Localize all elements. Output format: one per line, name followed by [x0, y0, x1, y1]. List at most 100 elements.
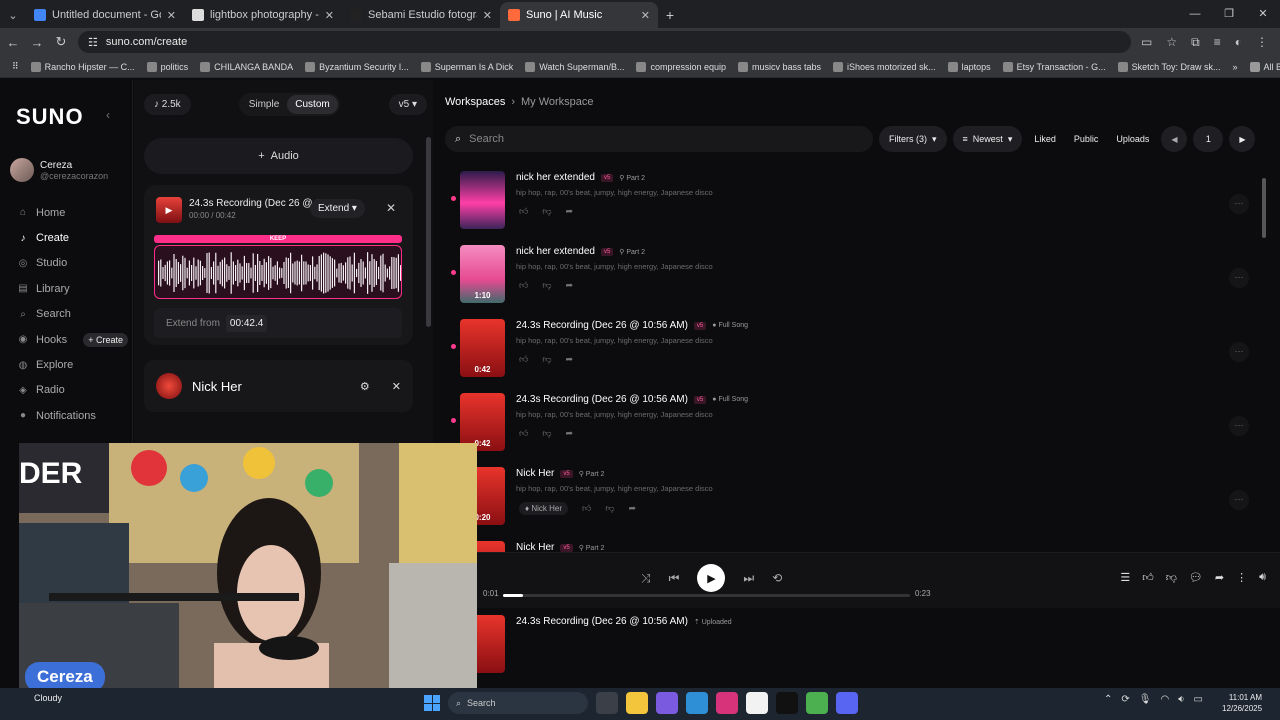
- close-icon[interactable]: ✕: [392, 380, 401, 393]
- next-icon[interactable]: ⏭: [743, 571, 754, 586]
- suno-logo[interactable]: SUNO: [16, 104, 84, 130]
- all-bookmarks-link[interactable]: All Bookmarks: [1244, 61, 1280, 72]
- sidebar-item-studio[interactable]: ◎ Studio: [18, 251, 128, 276]
- thumbs-up-icon[interactable]: 👍︎: [1142, 571, 1154, 584]
- volume-icon[interactable]: 🔊︎: [1259, 571, 1266, 584]
- gear-icon[interactable]: ⚙: [360, 380, 370, 393]
- song-title[interactable]: Nick Her: [516, 468, 554, 479]
- song-row[interactable]: 24.3s Recording (Dec 26 @ 10:56 AM) ⇡ Upl…: [433, 612, 1263, 686]
- bookmark-item[interactable]: musicv bass tabs: [732, 61, 827, 72]
- forward-icon[interactable]: →: [30, 35, 44, 50]
- keep-region-handle[interactable]: KEEP: [154, 235, 402, 243]
- close-tab-icon[interactable]: ✕: [325, 9, 334, 22]
- new-tab-button[interactable]: +: [658, 2, 682, 28]
- persona-chip[interactable]: ♦ Nick Her: [519, 502, 568, 515]
- sort-button[interactable]: ≡ Newest ▾: [952, 126, 1023, 152]
- task-view-icon[interactable]: [596, 692, 618, 714]
- bookmark-item[interactable]: Etsy Transaction - G...: [997, 61, 1112, 72]
- song-row[interactable]: 0:20 Nick Her v5 ⚲ Part 2 hip hop, rap, 00…: [433, 464, 1263, 538]
- bookmark-star-icon[interactable]: ☆: [1166, 35, 1177, 50]
- mic-icon[interactable]: 🎙︎: [1139, 694, 1152, 705]
- bookmark-item[interactable]: iShoes motorized sk...: [827, 61, 942, 72]
- list-scrollbar[interactable]: [1262, 178, 1266, 238]
- bookmark-item[interactable]: Sketch Toy: Draw sk...: [1112, 61, 1227, 72]
- amazon-icon[interactable]: [746, 692, 768, 714]
- add-audio-button[interactable]: + Audio: [144, 138, 413, 174]
- share-icon[interactable]: ➦: [566, 280, 574, 291]
- thumbs-up-icon[interactable]: 👍︎: [519, 280, 528, 291]
- sidebar-item-radio[interactable]: ◈ Radio: [18, 378, 128, 403]
- extend-dropdown[interactable]: Extend ▾: [310, 199, 365, 218]
- more-options-icon[interactable]: ···: [1229, 490, 1249, 510]
- page-number[interactable]: 1: [1193, 126, 1224, 152]
- song-title[interactable]: 24.3s Recording (Dec 26 @ 10:56 AM): [516, 320, 688, 331]
- comment-icon[interactable]: 💬︎: [1189, 571, 1203, 584]
- mode-simple[interactable]: Simple: [241, 95, 288, 114]
- sidebar-item-home[interactable]: ⌂ Home: [18, 200, 128, 225]
- queue-icon[interactable]: ☰: [1120, 571, 1130, 584]
- song-title[interactable]: 24.3s Recording (Dec 26 @ 10:56 AM): [516, 616, 688, 627]
- windows-start-icon[interactable]: [424, 695, 440, 711]
- sidebar-item-notifications[interactable]: ● Notifications: [18, 403, 128, 428]
- reload-icon[interactable]: ↻: [54, 34, 68, 50]
- bookmark-item[interactable]: Rancho Hipster — C...: [25, 61, 141, 72]
- bookmark-item[interactable]: Superman Is A Dick: [415, 61, 520, 72]
- thumbs-down-icon[interactable]: 👎︎: [542, 206, 551, 217]
- bookmark-item[interactable]: Byzantium Security I...: [299, 61, 415, 72]
- extensions-icon[interactable]: ⧉: [1191, 35, 1200, 50]
- bookmark-item[interactable]: politics: [141, 61, 195, 72]
- waveform[interactable]: [154, 245, 402, 299]
- sidebar-item-search[interactable]: ⌕ Search: [18, 302, 128, 327]
- song-cover[interactable]: [460, 171, 505, 229]
- thumbs-up-icon[interactable]: 👍︎: [519, 206, 528, 217]
- bookmark-item[interactable]: laptops: [942, 61, 997, 72]
- taskbar-search[interactable]: ⌕ Search: [448, 692, 588, 714]
- apps-icon[interactable]: ⠿: [6, 61, 25, 72]
- mode-custom[interactable]: Custom: [287, 94, 338, 114]
- user-profile[interactable]: Cereza @cerezacorazon: [10, 158, 108, 182]
- media-icon[interactable]: ≡: [1214, 35, 1221, 50]
- close-tab-icon[interactable]: ✕: [483, 9, 492, 22]
- prev-page-button[interactable]: ◀: [1161, 126, 1188, 152]
- bookmark-item[interactable]: CHILANGA BANDA: [194, 61, 299, 72]
- public-filter[interactable]: Public: [1068, 126, 1105, 152]
- browser-tab[interactable]: lightbox photography - Google ✕: [184, 2, 342, 28]
- song-title[interactable]: nick her extended: [516, 172, 595, 183]
- sidebar-item-explore[interactable]: ◍ Explore: [18, 352, 128, 377]
- recording-play-button[interactable]: ▶: [156, 197, 182, 223]
- more-options-icon[interactable]: ···: [1229, 342, 1249, 362]
- more-options-icon[interactable]: ···: [1229, 268, 1249, 288]
- filters-button[interactable]: Filters (3) ▾: [879, 126, 947, 152]
- browser-tab[interactable]: Untitled document - Google Do ✕: [26, 2, 184, 28]
- maximize-button[interactable]: ❐: [1212, 0, 1246, 28]
- battery-icon[interactable]: ▭: [1194, 694, 1203, 705]
- previous-icon[interactable]: ⏮: [669, 571, 680, 586]
- next-page-button[interactable]: ▶: [1229, 126, 1256, 152]
- remove-recording-icon[interactable]: ✕: [386, 201, 396, 215]
- play-button[interactable]: ▶: [697, 564, 726, 592]
- create-hook-button[interactable]: + Create: [83, 332, 128, 347]
- sidebar-item-library[interactable]: ▤ Library: [18, 276, 128, 301]
- close-window-button[interactable]: ✕: [1246, 0, 1280, 28]
- thumbs-up-icon[interactable]: 👍︎: [519, 354, 528, 365]
- thumbs-down-icon[interactable]: 👎︎: [542, 428, 551, 439]
- share-icon[interactable]: ➦: [566, 354, 574, 365]
- uploads-filter[interactable]: Uploads: [1110, 126, 1155, 152]
- song-cover[interactable]: 0:42: [460, 319, 505, 377]
- bookmark-item[interactable]: Watch Superman/B...: [519, 61, 630, 72]
- song-title[interactable]: 24.3s Recording (Dec 26 @ 10:56 AM): [516, 394, 688, 405]
- clock[interactable]: 11:01 AM 12/26/2025: [1222, 692, 1262, 714]
- share-icon[interactable]: ➦: [566, 206, 574, 217]
- browser-tab[interactable]: Suno | AI Music ✕: [500, 2, 658, 28]
- back-icon[interactable]: ←: [6, 35, 20, 50]
- minimize-button[interactable]: —: [1178, 0, 1212, 28]
- file-explorer-icon[interactable]: [626, 692, 648, 714]
- wifi-icon[interactable]: ◠: [1160, 694, 1169, 705]
- x-app-icon[interactable]: [776, 692, 798, 714]
- thumbs-up-icon[interactable]: 👍︎: [582, 503, 591, 514]
- chrome-icon[interactable]: [806, 692, 828, 714]
- extend-from-input[interactable]: 00:42.4: [225, 314, 268, 332]
- thumbs-down-icon[interactable]: 👎︎: [542, 354, 551, 365]
- collapse-sidebar-icon[interactable]: ‹: [106, 108, 110, 122]
- seek-bar[interactable]: [503, 594, 910, 597]
